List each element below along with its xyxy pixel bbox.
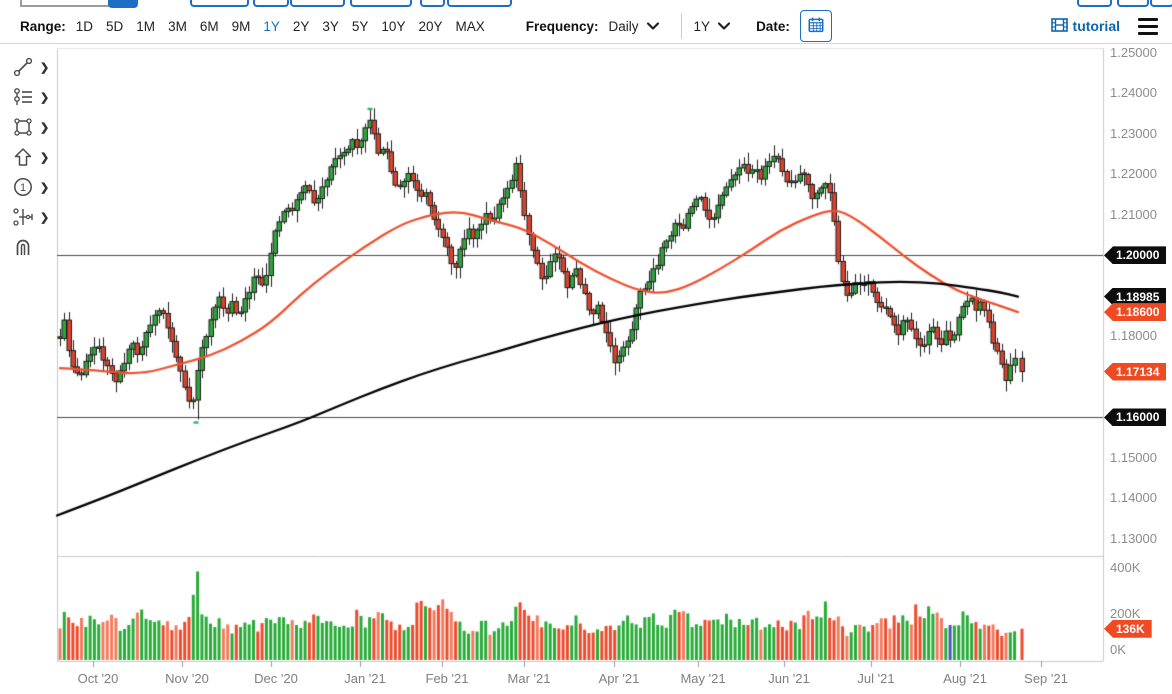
range-option-1d[interactable]: 1D (76, 19, 93, 34)
partial-button[interactable] (350, 0, 412, 7)
film-icon (1051, 18, 1073, 35)
chevron-right-icon[interactable]: ❯ (40, 91, 49, 104)
range-option-3y[interactable]: 3Y (322, 19, 339, 34)
range-option-1m[interactable]: 1M (136, 19, 155, 34)
arrow-up-icon (10, 144, 36, 170)
range-options: 1D 5D 1M 3M 6M 9M 1Y 2Y 3Y 5Y 10Y 20Y MAX (76, 19, 498, 34)
trend-line-tool-button[interactable]: ❯ (10, 53, 56, 81)
partial-input[interactable] (20, 0, 110, 7)
charting-application: Range: 1D 5D 1M 3M 6M 9M 1Y 2Y 3Y 5Y 10Y 20Y MAX Fre… (0, 0, 1172, 694)
tutorial-link[interactable]: tutorial (1051, 18, 1120, 35)
chevron-right-icon[interactable]: ❯ (40, 61, 49, 74)
range-label: Range: (20, 19, 66, 34)
magnet-icon (10, 234, 36, 260)
magnet-tool-button[interactable] (10, 233, 56, 261)
fibonacci-icon (10, 84, 36, 110)
range-option-6m[interactable]: 6M (200, 19, 219, 34)
date-label: Date: (756, 19, 790, 34)
tutorial-label: tutorial (1073, 18, 1120, 34)
partial-button[interactable] (253, 0, 289, 7)
range-option-20y[interactable]: 20Y (418, 19, 442, 34)
period-value: 1Y (694, 19, 711, 34)
chevron-right-icon[interactable]: ❯ (40, 151, 49, 164)
menu-button[interactable] (1138, 16, 1158, 37)
partial-button[interactable] (290, 0, 345, 7)
chevron-down-icon (645, 20, 661, 32)
frequency-label: Frequency: (526, 19, 599, 34)
partial-button[interactable] (1117, 0, 1149, 7)
chevron-right-icon[interactable]: ❯ (40, 211, 49, 224)
range-option-2y[interactable]: 2Y (293, 19, 310, 34)
partial-button[interactable] (190, 0, 249, 7)
annotation-tool-button[interactable]: 1❯ (10, 173, 56, 201)
chevron-down-icon (716, 20, 732, 32)
shape-tool-button[interactable]: ❯ (10, 113, 56, 141)
rectangle-icon (10, 114, 36, 140)
range-option-max[interactable]: MAX (455, 19, 484, 34)
frequency-value: Daily (609, 19, 639, 34)
partial-button[interactable] (108, 0, 138, 8)
date-picker-button[interactable] (800, 10, 832, 42)
measure-tool-button[interactable]: ❯ (10, 203, 56, 231)
svg-text:1: 1 (20, 182, 26, 194)
calendar-icon (807, 16, 825, 37)
arrow-tool-button[interactable]: ❯ (10, 143, 56, 171)
chevron-right-icon[interactable]: ❯ (40, 121, 49, 134)
price-chart-canvas[interactable] (0, 0, 1172, 694)
range-option-1y[interactable]: 1Y (263, 19, 280, 34)
range-option-5d[interactable]: 5D (106, 19, 123, 34)
circled-one-icon: 1 (10, 174, 36, 200)
range-option-10y[interactable]: 10Y (381, 19, 405, 34)
chart-toolbar: Range: 1D 5D 1M 3M 6M 9M 1Y 2Y 3Y 5Y 10Y 20Y MAX Fre… (0, 0, 1172, 44)
partial-button[interactable] (1150, 0, 1172, 7)
range-option-5y[interactable]: 5Y (352, 19, 369, 34)
partial-button[interactable] (447, 0, 512, 7)
partial-button[interactable] (420, 0, 445, 7)
cutoff-button-row (0, 0, 1172, 8)
period-dropdown[interactable]: 1Y (694, 19, 733, 34)
range-option-3m[interactable]: 3M (168, 19, 187, 34)
partial-button[interactable] (1077, 0, 1112, 7)
range-option-9m[interactable]: 9M (232, 19, 251, 34)
divider (681, 13, 682, 39)
trend-line-icon (10, 54, 36, 80)
frequency-dropdown[interactable]: Daily (609, 19, 661, 34)
chevron-right-icon[interactable]: ❯ (40, 181, 49, 194)
fibonacci-tool-button[interactable]: ❯ (10, 83, 56, 111)
measure-icon (10, 204, 36, 230)
